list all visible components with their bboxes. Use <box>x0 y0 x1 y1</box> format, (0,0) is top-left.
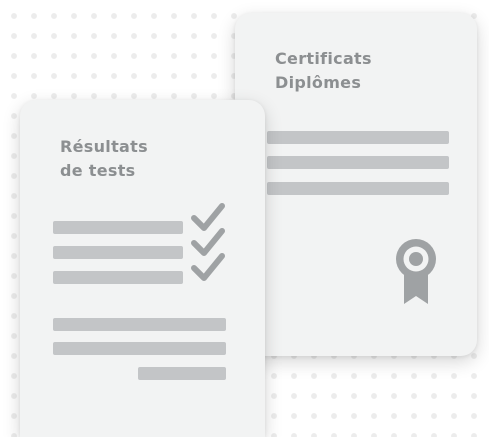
documents-illustration: { "certificates_card": { "title_line1": … <box>0 0 489 437</box>
summary-text-line-short <box>138 367 226 380</box>
certificates-title-line-1: Certificats <box>275 49 372 68</box>
certificates-title-line-2: Diplômes <box>275 73 362 92</box>
certificates-card-title: Certificats Diplômes <box>275 47 372 95</box>
test-result-line <box>53 221 183 234</box>
ribbon-award-icon <box>396 239 436 304</box>
test-results-title-line-1: Résultats <box>60 137 148 156</box>
certificate-text-line <box>267 156 449 169</box>
certificate-text-line <box>267 131 449 144</box>
test-results-card-title: Résultats de tests <box>60 135 148 183</box>
test-result-line <box>53 246 183 259</box>
summary-text-line <box>53 342 226 355</box>
checkmark-icon <box>191 253 225 281</box>
test-results-title-line-2: de tests <box>60 161 136 180</box>
summary-text-line <box>53 318 226 331</box>
certificate-text-line <box>267 182 449 195</box>
test-result-line <box>53 271 183 284</box>
test-results-card: Résultats de tests <box>20 100 265 437</box>
certificates-card: Certificats Diplômes <box>235 13 477 356</box>
